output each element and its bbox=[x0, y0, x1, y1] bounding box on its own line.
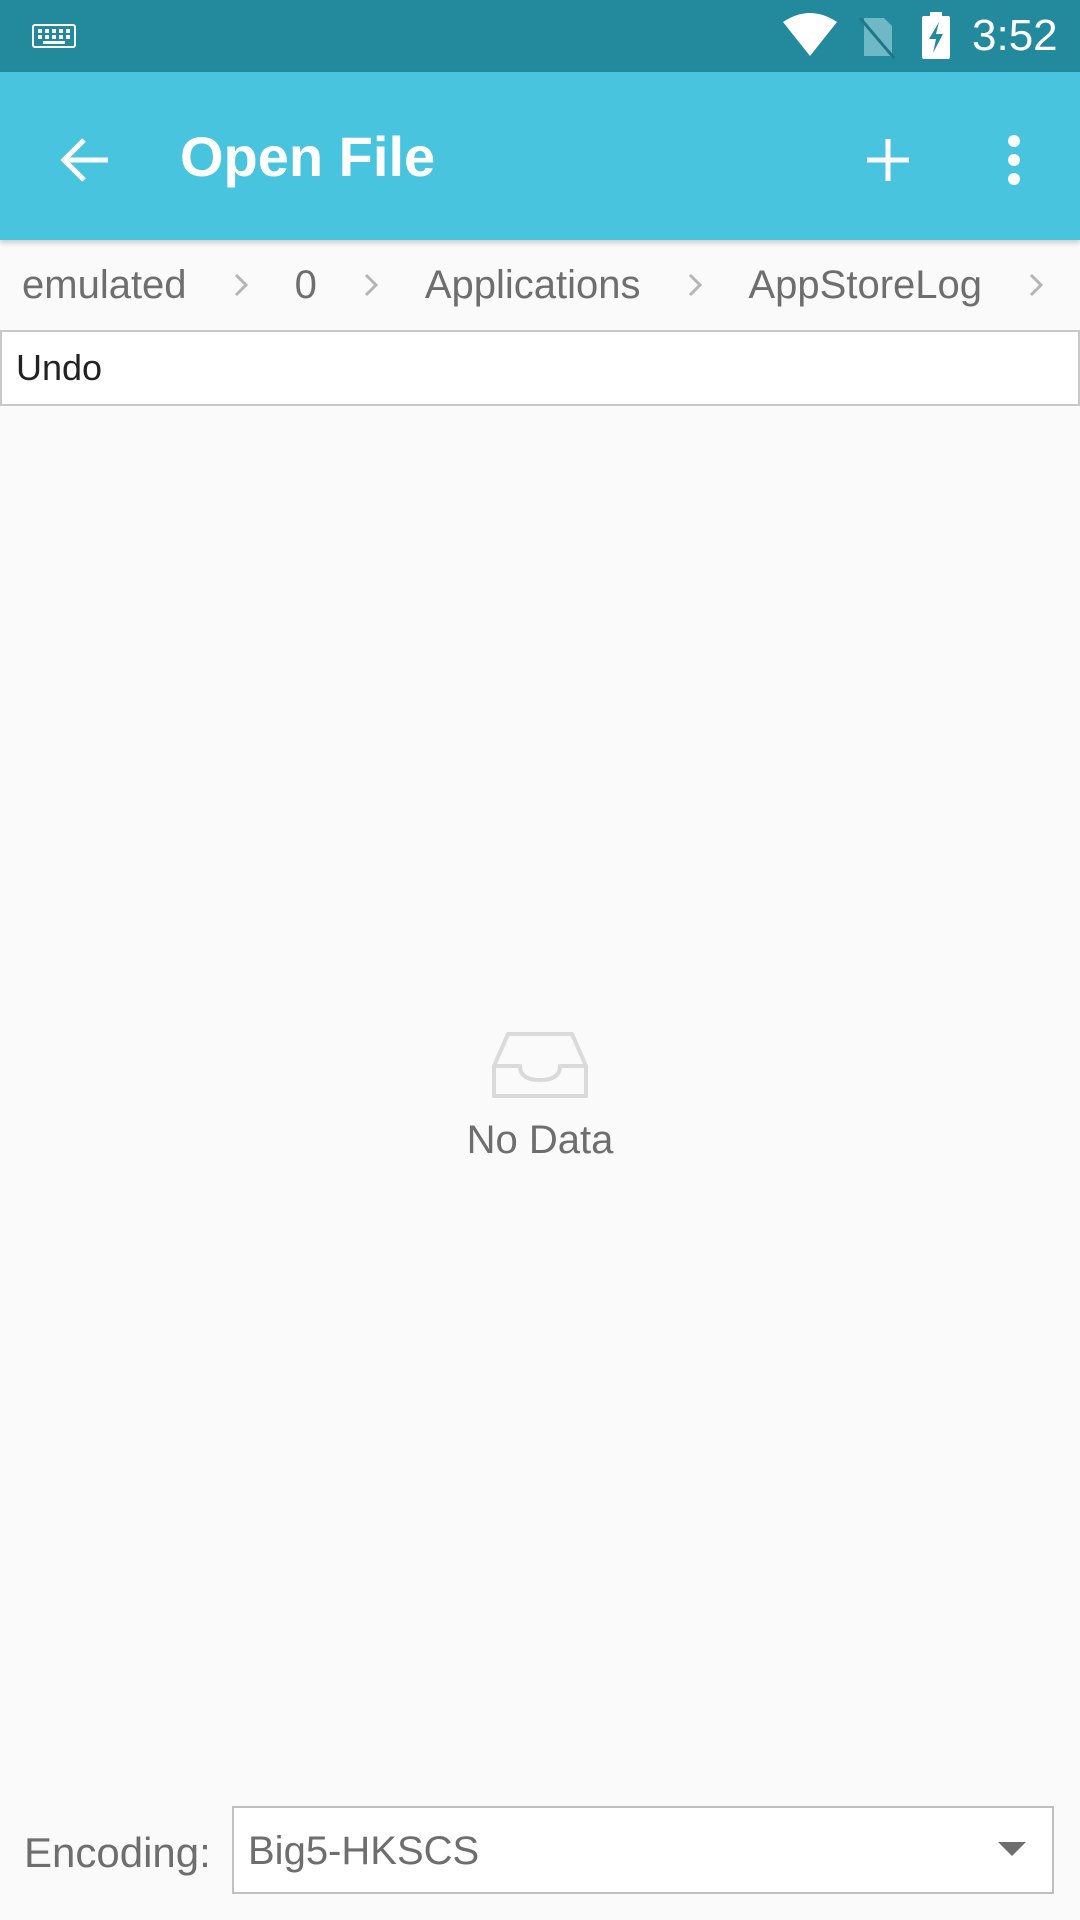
add-button[interactable] bbox=[844, 116, 932, 204]
status-bar: 3:52 bbox=[0, 0, 1080, 72]
breadcrumb-item-appstorelog[interactable]: AppStoreLog bbox=[749, 240, 983, 330]
chevron-right-icon bbox=[211, 240, 271, 330]
app-bar: Open File bbox=[0, 72, 1080, 240]
back-button[interactable] bbox=[40, 116, 128, 204]
wifi-icon bbox=[783, 13, 837, 56]
encoding-value: Big5-HKSCS bbox=[248, 1829, 480, 1873]
breadcrumb-item-0[interactable]: 0 bbox=[295, 240, 317, 330]
back-arrow-icon bbox=[60, 138, 108, 182]
encoding-label: Encoding: bbox=[24, 1829, 211, 1876]
plus-icon bbox=[867, 139, 909, 181]
encoding-row: Encoding: Big5-HKSCS bbox=[0, 1806, 1080, 1896]
chevron-right-icon bbox=[341, 240, 401, 330]
more-options-button[interactable] bbox=[970, 116, 1058, 204]
no-sim-icon bbox=[858, 17, 896, 59]
battery-charging-icon bbox=[922, 12, 950, 59]
dropdown-arrow-icon bbox=[998, 1842, 1026, 1856]
page-title: Open File bbox=[180, 125, 436, 188]
empty-state: No Data bbox=[0, 1030, 1080, 1163]
keyboard-icon bbox=[32, 24, 76, 48]
more-vert-icon bbox=[1008, 135, 1020, 185]
chevron-right-icon bbox=[665, 240, 725, 330]
filename-field bbox=[0, 330, 1080, 406]
inbox-icon bbox=[492, 1032, 588, 1098]
breadcrumb: emulated 0 Applications AppStoreLog bbox=[0, 240, 1080, 330]
filename-input[interactable] bbox=[2, 332, 1056, 404]
encoding-select[interactable]: Big5-HKSCS bbox=[232, 1806, 1054, 1894]
breadcrumb-item-emulated[interactable]: emulated bbox=[22, 240, 187, 330]
breadcrumb-item-applications[interactable]: Applications bbox=[425, 240, 641, 330]
status-time: 3:52 bbox=[972, 11, 1058, 60]
empty-text: No Data bbox=[466, 1118, 614, 1162]
chevron-right-icon bbox=[1006, 240, 1066, 330]
